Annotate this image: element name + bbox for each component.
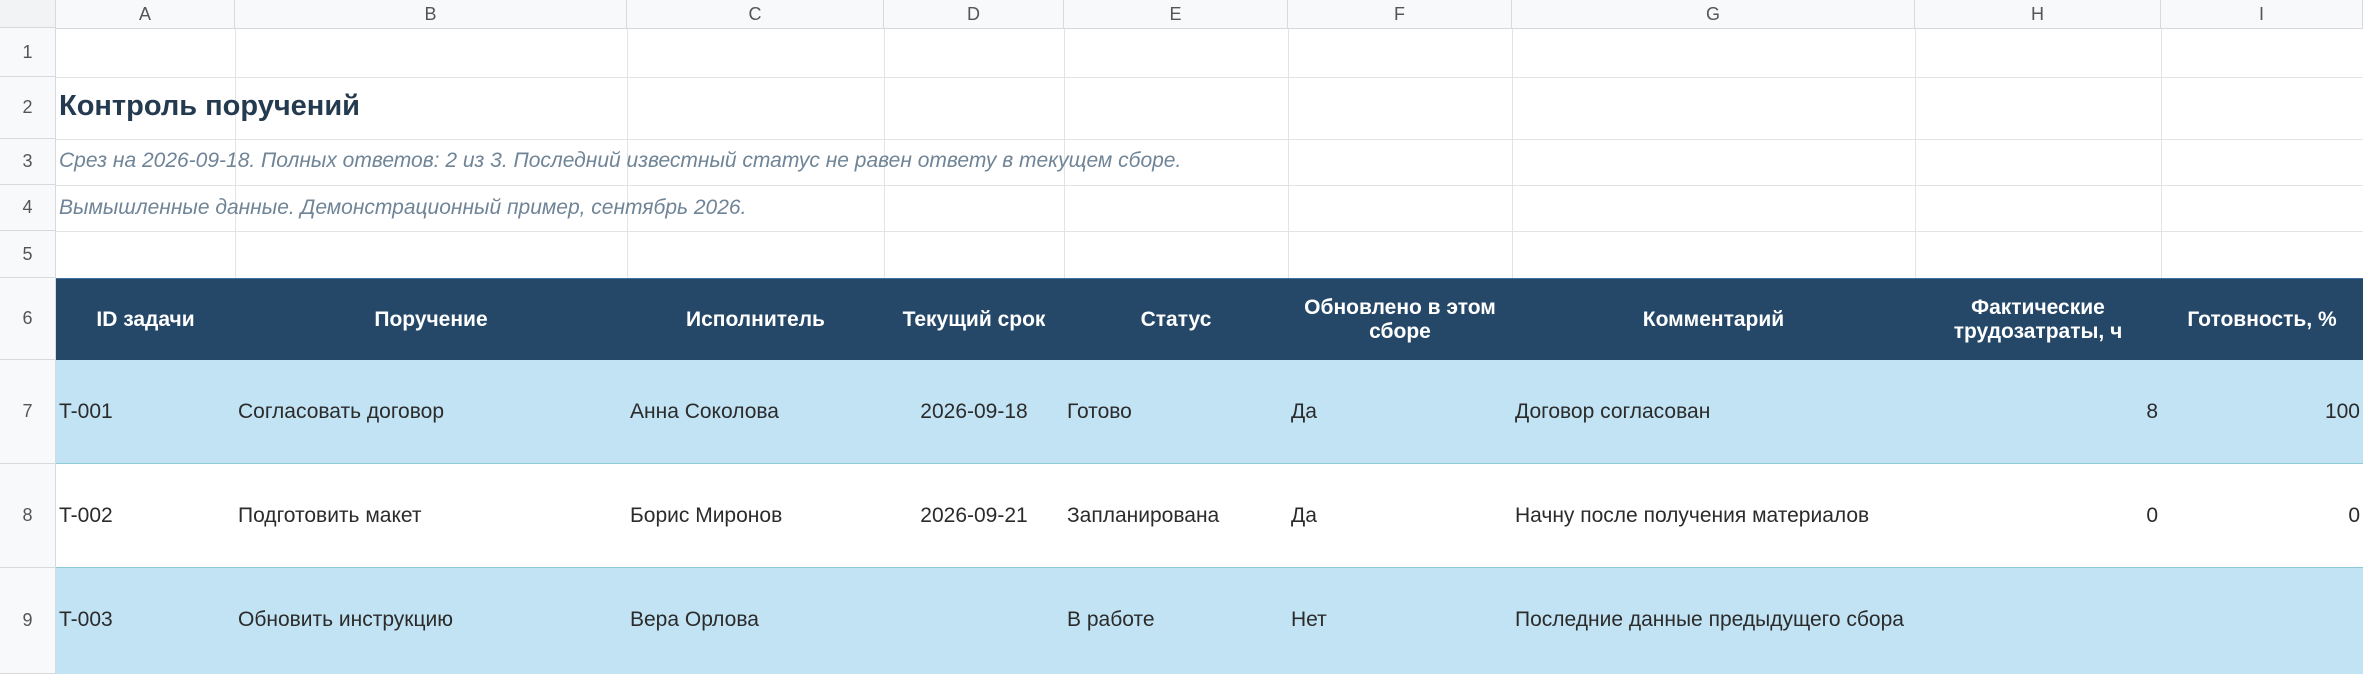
- cell-comment[interactable]: Последние данные предыдущего сбора: [1512, 568, 1915, 672]
- table-header-row: ID задачи Поручение Исполнитель Текущий …: [56, 278, 2363, 361]
- cell-readiness[interactable]: [2161, 568, 2363, 672]
- table-row: T-001 Согласовать договор Анна Соколова …: [56, 360, 2363, 464]
- row-header-7[interactable]: 7: [0, 360, 56, 464]
- cell-readiness[interactable]: 100: [2161, 360, 2363, 464]
- cell-task-id[interactable]: T-003: [56, 568, 235, 672]
- spreadsheet: A B C D E F G H I 1 2 3 4 5 6 7 8 9 Конт…: [0, 0, 2363, 674]
- select-all-corner[interactable]: [0, 0, 56, 28]
- column-header-a[interactable]: A: [56, 0, 235, 28]
- column-header-g[interactable]: G: [1512, 0, 1915, 28]
- cell-comment[interactable]: Начну после получения материалов: [1512, 464, 1915, 568]
- row-header-5[interactable]: 5: [0, 231, 56, 278]
- row-header-8[interactable]: 8: [0, 464, 56, 568]
- row-header-3[interactable]: 3: [0, 139, 56, 185]
- column-header-f[interactable]: F: [1288, 0, 1512, 28]
- header-assignee[interactable]: Исполнитель: [627, 279, 884, 361]
- cell-assignee[interactable]: Борис Миронов: [627, 464, 884, 568]
- header-task-id[interactable]: ID задачи: [56, 279, 235, 361]
- header-status[interactable]: Статус: [1064, 279, 1288, 361]
- header-updated[interactable]: Обновлено в этом сборе: [1288, 279, 1512, 361]
- cell-status[interactable]: В работе: [1064, 568, 1288, 672]
- cell-task-id[interactable]: T-001: [56, 360, 235, 464]
- cell-status[interactable]: Готово: [1064, 360, 1288, 464]
- cell-due-date[interactable]: 2026-09-21: [884, 464, 1064, 568]
- row-header-2[interactable]: 2: [0, 77, 56, 139]
- cell-actual-hours[interactable]: [1915, 568, 2161, 672]
- table-row: T-002 Подготовить макет Борис Миронов 20…: [56, 464, 2363, 568]
- cell-assignment[interactable]: Подготовить макет: [235, 464, 627, 568]
- cell-comment[interactable]: Договор согласован: [1512, 360, 1915, 464]
- table-row: T-003 Обновить инструкцию Вера Орлова В …: [56, 568, 2363, 674]
- cell-assignee[interactable]: Анна Соколова: [627, 360, 884, 464]
- header-due-date[interactable]: Текущий срок: [884, 279, 1064, 361]
- cell-updated[interactable]: Нет: [1288, 568, 1512, 672]
- sheet-title[interactable]: Контроль поручений: [59, 90, 360, 123]
- header-readiness[interactable]: Готовность, %: [2161, 279, 2363, 361]
- gridline: [56, 77, 2363, 78]
- row-header-6[interactable]: 6: [0, 278, 56, 360]
- cell-readiness[interactable]: 0: [2161, 464, 2363, 568]
- header-comment[interactable]: Комментарий: [1512, 279, 1915, 361]
- column-header-b[interactable]: B: [235, 0, 627, 28]
- column-header-e[interactable]: E: [1064, 0, 1288, 28]
- column-header-i[interactable]: I: [2161, 0, 2363, 28]
- cell-due-date[interactable]: [884, 568, 1064, 672]
- column-header-bar: A B C D E F G H I: [0, 0, 2363, 29]
- column-header-d[interactable]: D: [884, 0, 1064, 28]
- cell-assignment[interactable]: Согласовать договор: [235, 360, 627, 464]
- header-assignment[interactable]: Поручение: [235, 279, 627, 361]
- gridline: [56, 139, 2363, 140]
- cell-actual-hours[interactable]: 0: [1915, 464, 2161, 568]
- gridline: [56, 231, 2363, 232]
- row-header-4[interactable]: 4: [0, 185, 56, 231]
- row-header-9[interactable]: 9: [0, 568, 56, 674]
- cell-due-date[interactable]: 2026-09-18: [884, 360, 1064, 464]
- header-actual-hours[interactable]: Фактические трудозатраты, ч: [1915, 279, 2161, 361]
- cell-assignment[interactable]: Обновить инструкцию: [235, 568, 627, 672]
- cell-updated[interactable]: Да: [1288, 464, 1512, 568]
- row-header-1[interactable]: 1: [0, 28, 56, 77]
- cell-updated[interactable]: Да: [1288, 360, 1512, 464]
- column-header-h[interactable]: H: [1915, 0, 2161, 28]
- cell-task-id[interactable]: T-002: [56, 464, 235, 568]
- column-header-c[interactable]: C: [627, 0, 884, 28]
- snapshot-note[interactable]: Срез на 2026-09-18. Полных ответов: 2 из…: [59, 149, 1181, 173]
- cell-actual-hours[interactable]: 8: [1915, 360, 2161, 464]
- cell-status[interactable]: Запланирована: [1064, 464, 1288, 568]
- cell-assignee[interactable]: Вера Орлова: [627, 568, 884, 672]
- data-disclaimer[interactable]: Вымышленные данные. Демонстрационный при…: [59, 196, 746, 220]
- gridline: [56, 185, 2363, 186]
